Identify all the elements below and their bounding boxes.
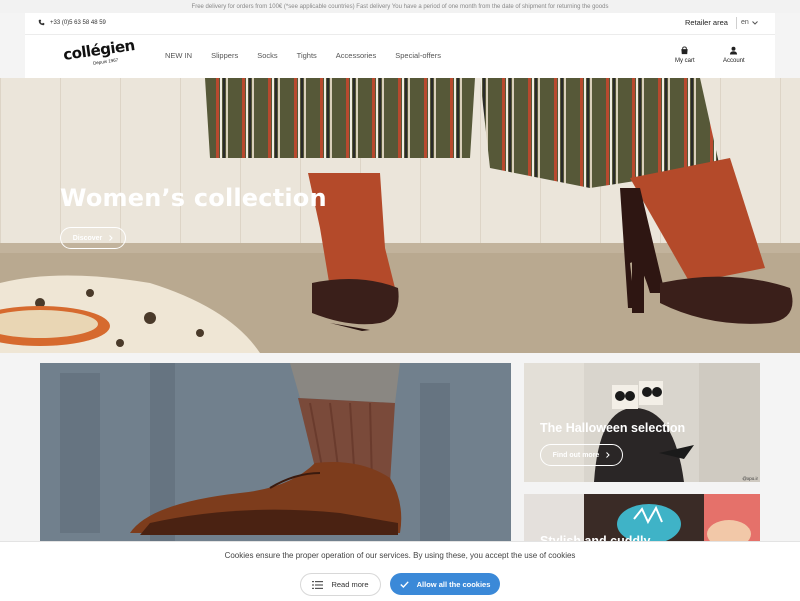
nav-item-special-offers[interactable]: Special-offers — [395, 51, 441, 60]
discover-label: Discover — [72, 234, 103, 242]
hero-banner[interactable]: Women’s collection Discover — [0, 78, 800, 353]
main-nav: NEW IN Slippers Socks Tights Accessories… — [165, 51, 460, 60]
read-more-label: Read more — [331, 580, 369, 589]
account-label: Account — [723, 58, 745, 64]
chevron-right-icon — [109, 235, 113, 241]
nav-item-tights[interactable]: Tights — [297, 51, 317, 60]
read-more-button[interactable]: Read more — [300, 573, 381, 596]
cookie-banner: Cookies ensure the proper operation of o… — [0, 541, 800, 601]
nav-item-accessories[interactable]: Accessories — [336, 51, 376, 60]
discover-button[interactable]: Discover — [60, 227, 126, 249]
list-icon — [312, 580, 324, 589]
chevron-right-icon — [606, 452, 611, 458]
allow-cookies-button[interactable]: Allow all the cookies — [390, 573, 500, 595]
nav-item-slippers[interactable]: Slippers — [211, 51, 238, 60]
find-out-more-button[interactable]: Find out more — [540, 444, 623, 466]
announcement-bar: Free delivery for orders from 100€ (*see… — [0, 0, 800, 13]
cart-label: My cart — [675, 58, 695, 64]
announcement-text: Free delivery for orders from 100€ (*see… — [191, 3, 609, 10]
site-logo[interactable]: collégien Depuis 1967 — [62, 36, 136, 73]
hero-image — [0, 78, 800, 353]
cart-button[interactable]: My cart — [675, 46, 695, 64]
promo-tile-halloween[interactable]: The Halloween selection Find out more @x… — [524, 363, 760, 482]
nav-item-new-in[interactable]: NEW IN — [165, 51, 192, 60]
header-divider — [736, 17, 737, 29]
phone-number: +33 (0)5 63 58 48 59 — [50, 19, 106, 26]
cookie-text: Cookies ensure the proper operation of o… — [224, 551, 576, 560]
retailer-area-link[interactable]: Retailer area — [685, 18, 728, 27]
chevron-down-icon — [751, 20, 758, 25]
halloween-title: The Halloween selection — [540, 421, 686, 435]
promo-tile-main[interactable] — [40, 363, 511, 543]
phone-icon — [38, 19, 45, 26]
nav-item-socks[interactable]: Socks — [257, 51, 277, 60]
header-utility-row: +33 (0)5 63 58 48 59 Retailer area en — [25, 13, 775, 35]
language-selector[interactable]: en — [741, 19, 758, 26]
promo-main-image — [40, 363, 511, 543]
language-value: en — [741, 19, 749, 26]
user-icon — [730, 46, 738, 55]
photo-credit: @xpo.ir — [742, 476, 758, 481]
site-header: +33 (0)5 63 58 48 59 Retailer area en co… — [25, 13, 775, 78]
check-icon — [399, 580, 409, 588]
phone-contact[interactable]: +33 (0)5 63 58 48 59 — [38, 19, 106, 26]
bag-icon — [681, 46, 688, 55]
account-button[interactable]: Account — [723, 46, 745, 64]
hero-title: Women’s collection — [60, 184, 327, 212]
allow-cookies-label: Allow all the cookies — [416, 579, 491, 589]
find-out-more-label: Find out more — [552, 451, 600, 459]
